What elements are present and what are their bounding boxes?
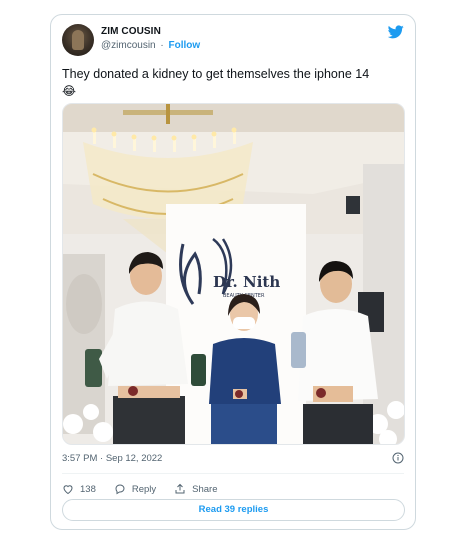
photo-scene: Dr. Nith BEAUTY CENTER (63, 104, 404, 444)
handle-separator: · (160, 40, 164, 51)
share-label: Share (192, 483, 218, 495)
info-icon[interactable] (392, 452, 404, 464)
reply-icon (115, 484, 125, 495)
laughing-emoji: 😂 (62, 84, 77, 98)
handle-row: @zimcousin · Follow (101, 40, 200, 51)
author-handle[interactable]: @zimcousin (101, 40, 156, 51)
twitter-bird-icon[interactable] (388, 25, 404, 39)
sign-text: Dr. Nith (213, 273, 280, 291)
share-button[interactable]: Share (174, 483, 218, 495)
action-bar: 138 Reply Share (62, 481, 236, 497)
tweet-body: They donated a kidney to get themselves … (62, 67, 370, 81)
like-button[interactable]: 138 (62, 483, 96, 495)
tweet-timestamp[interactable]: 3:57 PM · Sep 12, 2022 (62, 453, 162, 464)
tweet-card: ZIM COUSIN @zimcousin · Follow They dona… (50, 14, 416, 530)
tweet-text: They donated a kidney to get themselves … (62, 66, 402, 100)
reply-label: Reply (131, 483, 157, 495)
heart-icon (63, 485, 73, 495)
reply-button[interactable]: Reply (114, 483, 156, 495)
tweet-photo[interactable]: Dr. Nith BEAUTY CENTER (62, 103, 405, 445)
share-icon (175, 483, 185, 494)
like-count: 138 (80, 483, 96, 495)
read-replies-button[interactable]: Read 39 replies (62, 499, 405, 521)
author-name[interactable]: ZIM COUSIN (101, 26, 161, 37)
follow-button[interactable]: Follow (169, 40, 201, 51)
author-avatar[interactable] (62, 24, 94, 56)
divider (62, 473, 404, 474)
